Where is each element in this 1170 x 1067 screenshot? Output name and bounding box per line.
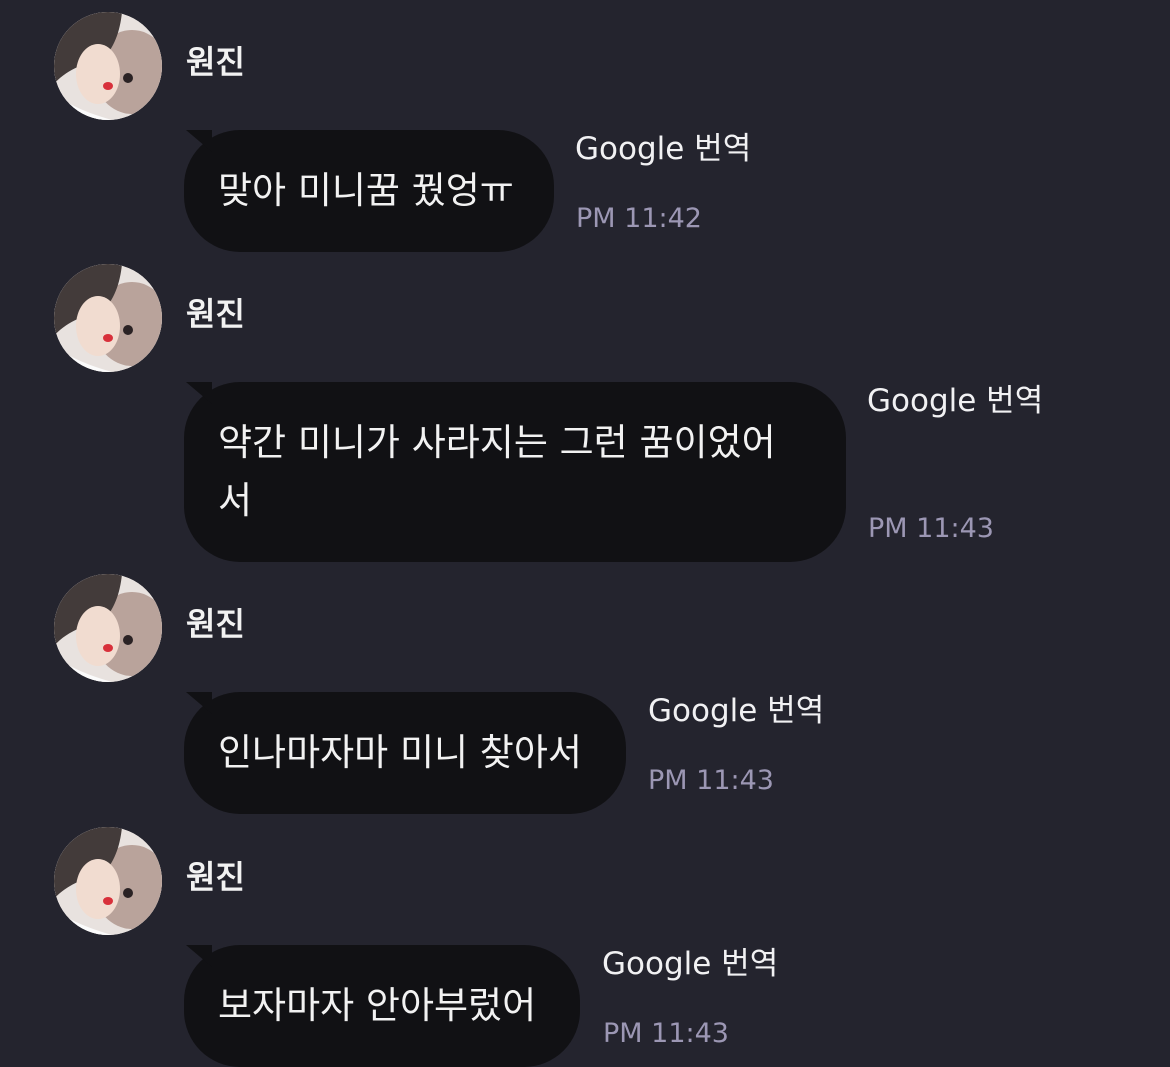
- google-translate-link[interactable]: Google 번역: [602, 945, 778, 983]
- message-timestamp: PM 11:43: [868, 513, 994, 544]
- message-bubble[interactable]: 보자마자 안아부렀어: [184, 945, 580, 1067]
- message-timestamp: PM 11:43: [648, 765, 774, 796]
- sender-name: 원진: [186, 295, 245, 333]
- avatar[interactable]: [54, 12, 162, 120]
- sender-name: 원진: [186, 43, 245, 81]
- message-bubble[interactable]: 약간 미니가 사라지는 그런 꿈이었어 서: [184, 382, 846, 562]
- message-bubble[interactable]: 맞아 미니꿈 꿨엉ㅠ: [184, 130, 554, 252]
- avatar[interactable]: [54, 264, 162, 372]
- sender-name: 원진: [186, 858, 245, 896]
- message-timestamp: PM 11:42: [576, 203, 702, 234]
- google-translate-link[interactable]: Google 번역: [867, 382, 1043, 420]
- google-translate-link[interactable]: Google 번역: [575, 130, 751, 168]
- avatar[interactable]: [54, 574, 162, 682]
- avatar[interactable]: [54, 827, 162, 935]
- google-translate-link[interactable]: Google 번역: [648, 692, 824, 730]
- message-bubble[interactable]: 인나마자마 미니 찾아서: [184, 692, 626, 814]
- message-timestamp: PM 11:43: [603, 1018, 729, 1049]
- sender-name: 원진: [186, 605, 245, 643]
